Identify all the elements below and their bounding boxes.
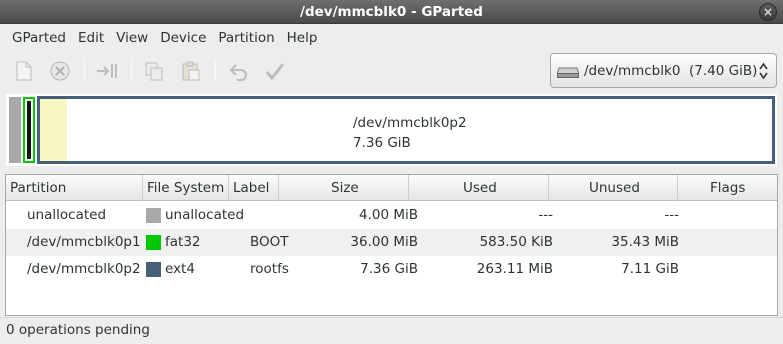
fs-color-swatch [146, 208, 161, 223]
undo-icon[interactable] [227, 59, 251, 83]
toolbar-separator [84, 60, 85, 82]
cell-file-system: unallocated [165, 207, 245, 223]
cell-partition: /dev/mmcblk0p1 [27, 234, 141, 250]
window-title: /dev/mmcblk0 - GParted [300, 4, 483, 20]
cell-used: 263.11 MiB [476, 261, 553, 277]
status-bar: 0 operations pending [0, 317, 783, 344]
disk-map-unallocated-segment[interactable] [9, 97, 21, 163]
cell-file-system: ext4 [165, 261, 195, 277]
menu-gparted[interactable]: GParted [6, 30, 72, 46]
toolbar-separator [215, 60, 216, 82]
menu-edit[interactable]: Edit [72, 30, 110, 46]
table-header: Partition File System Label Size Used Un… [6, 175, 777, 201]
column-header-label[interactable]: Label [229, 175, 279, 201]
cell-size: 36.00 MiB [350, 234, 418, 250]
table-row[interactable]: /dev/mmcblk0p2 ext4 rootfs 7.36 GiB 263.… [6, 256, 777, 283]
status-text: 0 operations pending [6, 322, 150, 338]
new-partition-icon[interactable] [12, 59, 36, 83]
fs-color-swatch [146, 235, 161, 250]
disk-map-partition-size: 7.36 GiB [353, 135, 411, 151]
cell-unused: --- [664, 207, 679, 223]
partition-table: Partition File System Label Size Used Un… [5, 174, 778, 316]
drive-icon [557, 67, 579, 78]
used-space-fill [40, 99, 67, 161]
cell-used: --- [538, 207, 553, 223]
disk-map-partition-label: /dev/mmcblk0p2 7.36 GiB [353, 113, 467, 153]
table-row[interactable]: /dev/mmcblk0p1 fat32 BOOT 36.00 MiB 583.… [6, 229, 777, 256]
column-header-partition[interactable]: Partition [6, 175, 143, 201]
disk-map-fat32-segment[interactable] [23, 97, 35, 163]
column-header-used[interactable]: Used [409, 175, 549, 201]
delete-icon[interactable] [48, 59, 72, 83]
cell-partition: unallocated [27, 207, 107, 223]
disk-map: /dev/mmcblk0p2 7.36 GiB [6, 94, 777, 166]
table-row[interactable]: unallocated unallocated 4.00 MiB --- --- [6, 202, 777, 229]
toolbar-separator [131, 60, 132, 82]
column-header-size[interactable]: Size [279, 175, 409, 201]
title-bar: /dev/mmcblk0 - GParted × [0, 0, 783, 24]
disk-map-ext4-segment[interactable]: /dev/mmcblk0p2 7.36 GiB [37, 96, 775, 164]
paste-icon[interactable] [179, 59, 203, 83]
cell-partition: /dev/mmcblk0p2 [27, 261, 141, 277]
chevron-up-down-icon [759, 62, 768, 82]
resize-move-icon[interactable] [95, 59, 119, 83]
column-header-flags[interactable]: Flags [678, 175, 777, 201]
copy-icon[interactable] [142, 59, 166, 83]
cell-size: 7.36 GiB [360, 261, 418, 277]
menu-help[interactable]: Help [281, 30, 324, 46]
fs-color-swatch [146, 262, 161, 277]
menu-bar: GParted Edit View Device Partition Help [0, 25, 783, 50]
menu-device[interactable]: Device [154, 30, 212, 46]
column-header-file-system[interactable]: File System [143, 175, 229, 201]
close-icon[interactable]: × [759, 3, 777, 21]
cell-unused: 7.11 GiB [621, 261, 679, 277]
apply-icon[interactable] [263, 59, 287, 83]
device-selector-label: /dev/mmcblk0 (7.40 GiB) [584, 62, 758, 79]
column-header-unused[interactable]: Unused [549, 175, 678, 201]
cell-used: 583.50 KiB [479, 234, 553, 250]
device-selector[interactable]: /dev/mmcblk0 (7.40 GiB) [550, 53, 777, 88]
cell-file-system: fat32 [165, 234, 201, 250]
cell-size: 4.00 MiB [358, 207, 418, 223]
menu-view[interactable]: View [110, 30, 154, 46]
disk-map-partition-name: /dev/mmcblk0p2 [353, 115, 467, 131]
menu-partition[interactable]: Partition [212, 30, 280, 46]
cell-unused: 35.43 MiB [611, 234, 679, 250]
